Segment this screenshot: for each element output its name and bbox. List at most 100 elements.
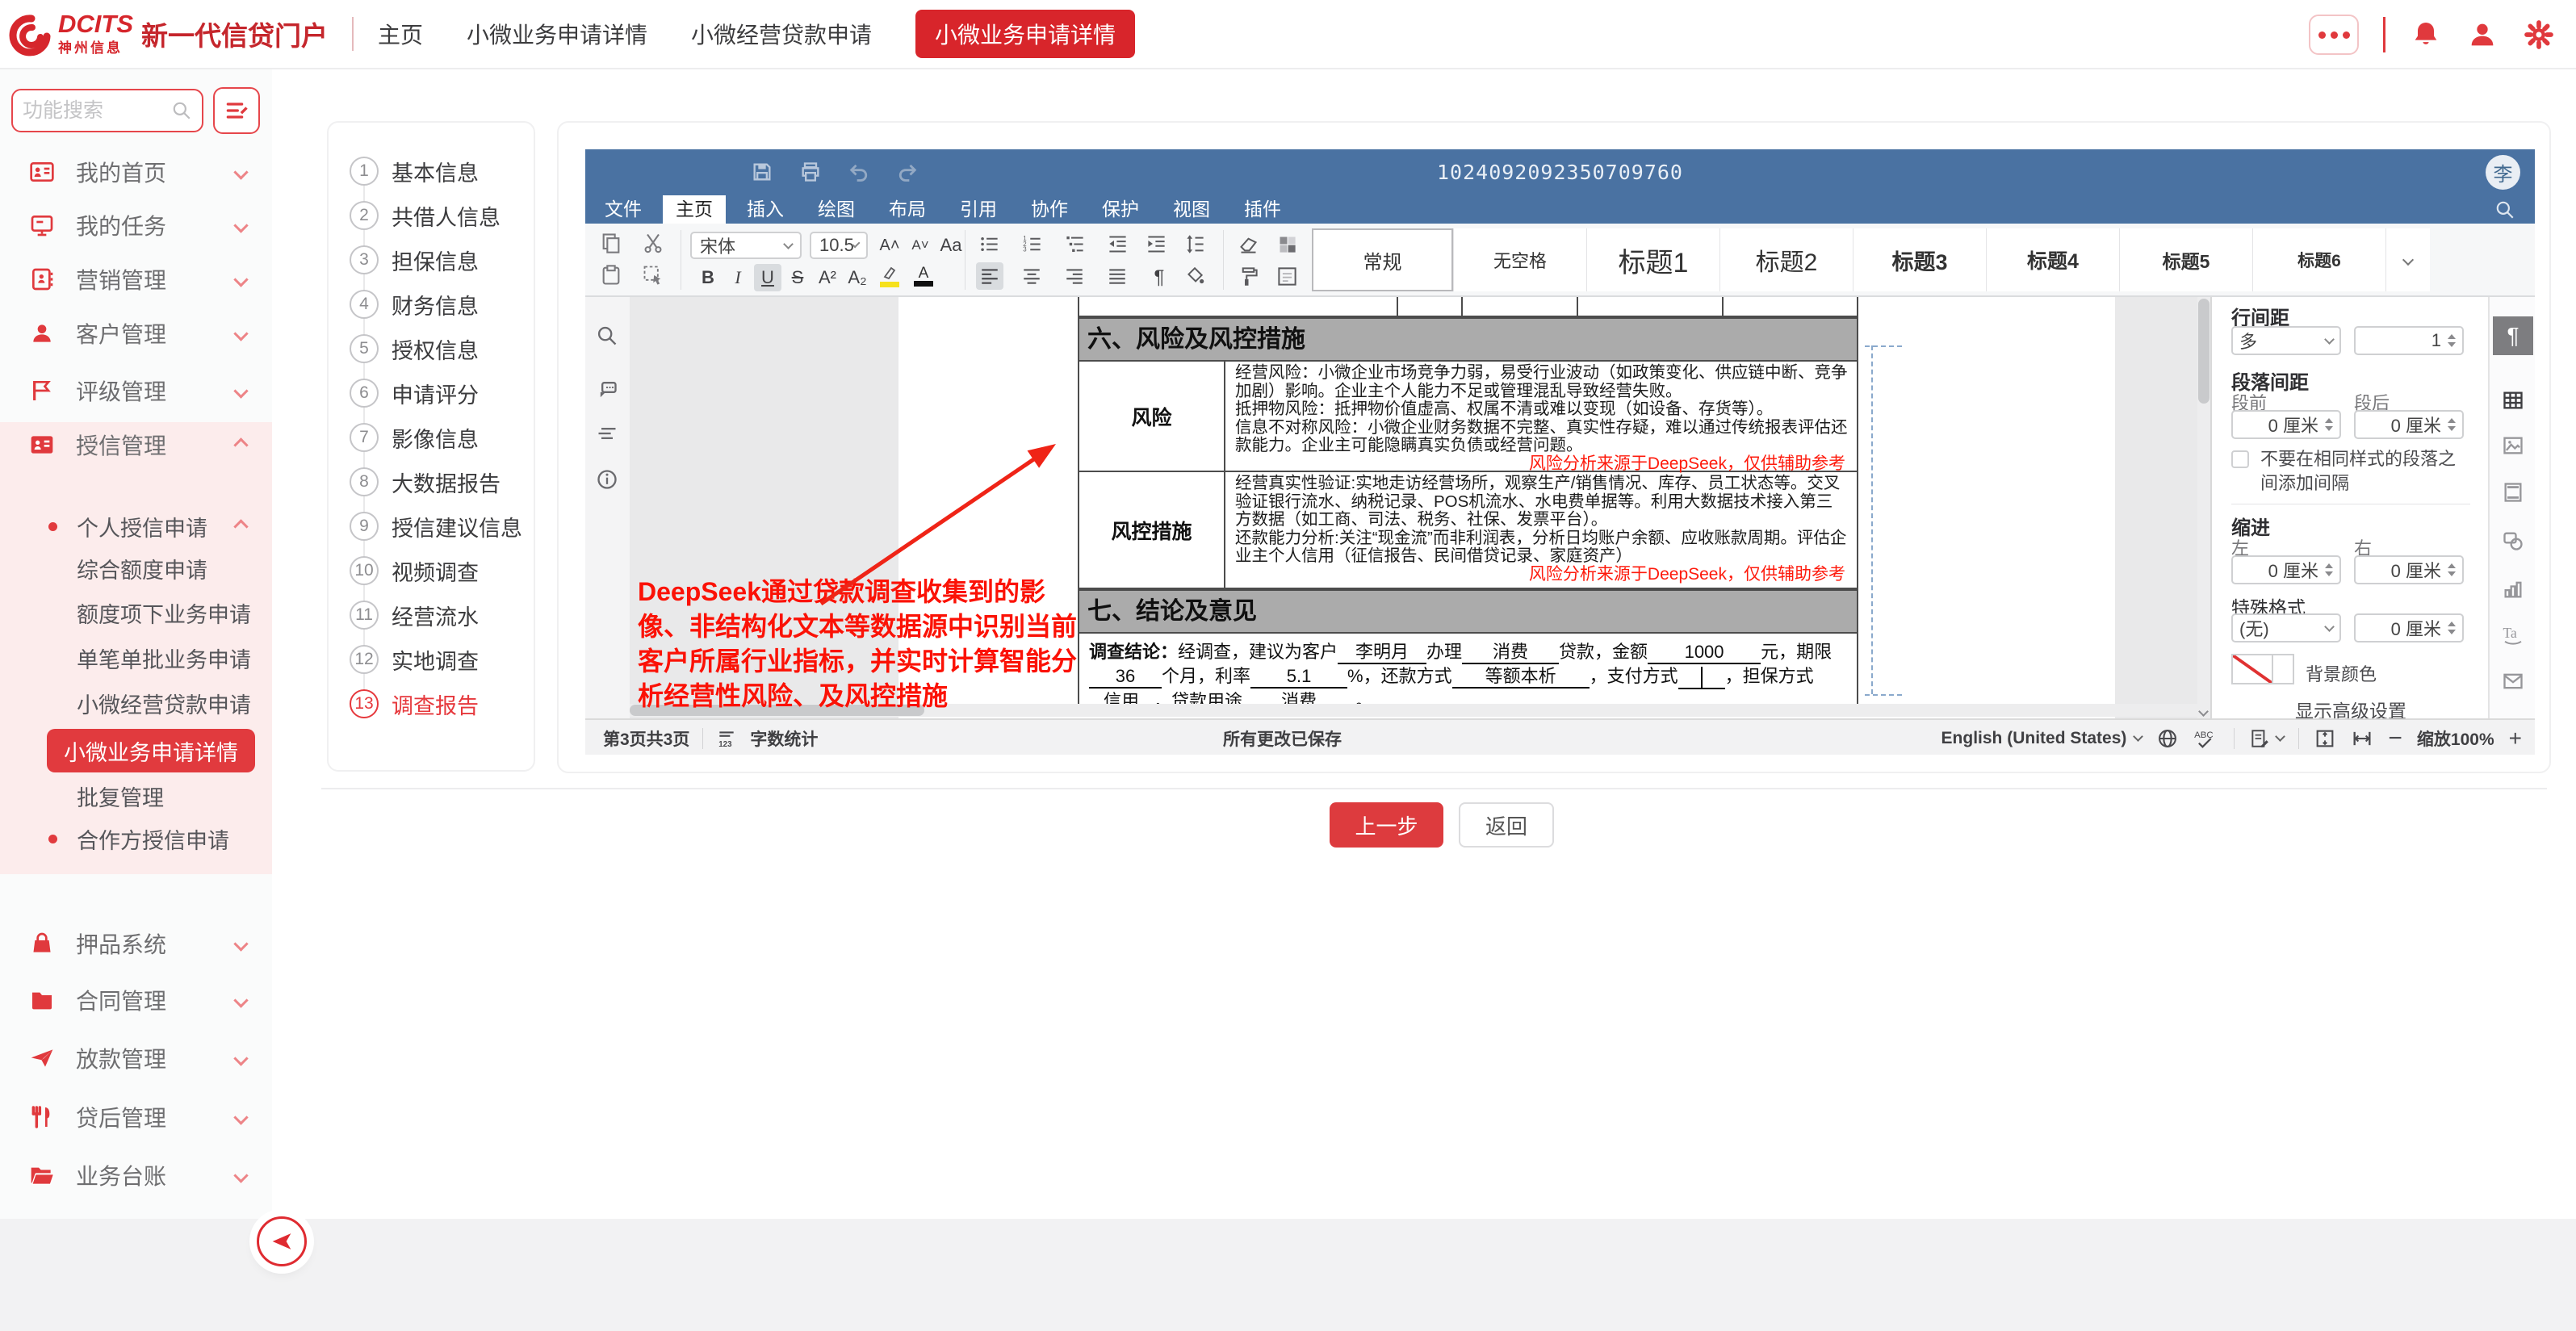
sidebar-group-personal-credit[interactable]: 个人授信申请 bbox=[0, 503, 272, 550]
background-color-dropdown-icon[interactable] bbox=[2273, 654, 2294, 684]
comments-icon[interactable] bbox=[596, 376, 618, 399]
sidebar-collapse-button[interactable] bbox=[257, 1216, 307, 1266]
numbered-list-icon[interactable]: 123 bbox=[1021, 233, 1043, 255]
menu-tab-layout[interactable]: 布局 bbox=[876, 195, 939, 224]
step-credit-advice[interactable]: 9授信建议信息 bbox=[329, 504, 537, 548]
search-input[interactable] bbox=[23, 99, 171, 123]
styles-gallery-chevron-icon[interactable] bbox=[2385, 228, 2430, 291]
field-repayment[interactable]: 等额本析 bbox=[1452, 666, 1590, 689]
sidebar-item-business-ledger[interactable]: 业务台账 bbox=[0, 1152, 272, 1199]
table-tab-icon[interactable] bbox=[2493, 381, 2533, 420]
increase-indent-icon[interactable] bbox=[1146, 233, 1167, 255]
step-video-survey[interactable]: 10视频调查 bbox=[329, 549, 537, 592]
step-guarantee[interactable]: 3担保信息 bbox=[329, 238, 537, 282]
highlight-color-icon[interactable] bbox=[876, 262, 903, 290]
no-gap-checkbox[interactable] bbox=[2231, 450, 2249, 468]
zoom-level[interactable]: 缩放100% bbox=[2417, 726, 2494, 751]
image-tab-icon[interactable] bbox=[2493, 426, 2533, 465]
style-heading4[interactable]: 标题4 bbox=[1986, 228, 2119, 291]
paste-icon[interactable] bbox=[600, 264, 622, 287]
print-icon[interactable] bbox=[799, 161, 822, 183]
multilevel-list-icon[interactable] bbox=[1064, 233, 1086, 255]
sidebar-item-composite-limit[interactable]: 综合额度申请 bbox=[0, 545, 272, 592]
font-name-select[interactable]: 宋体 bbox=[690, 232, 802, 259]
field-loan-kind[interactable]: 消费 bbox=[1462, 642, 1559, 664]
style-heading3[interactable]: 标题3 bbox=[1853, 228, 1986, 291]
step-coborrower[interactable]: 2共借人信息 bbox=[329, 194, 537, 237]
menu-tab-insert[interactable]: 插入 bbox=[734, 195, 797, 224]
word-count-button[interactable]: 字数统计 bbox=[750, 726, 818, 751]
fit-width-icon[interactable] bbox=[2351, 727, 2373, 750]
nav-tab-active[interactable]: 小微业务申请详情 bbox=[915, 10, 1135, 58]
italic-icon[interactable]: I bbox=[724, 264, 752, 291]
info-icon[interactable] bbox=[596, 468, 618, 491]
menu-tab-collab[interactable]: 协作 bbox=[1018, 195, 1081, 224]
sidebar-item-my-tasks[interactable]: 我的任务 bbox=[0, 202, 272, 249]
style-heading1[interactable]: 标题1 bbox=[1586, 228, 1719, 291]
sidebar-item-micro-detail-active[interactable]: 小微业务申请详情 bbox=[47, 729, 255, 772]
zoom-in-button[interactable]: + bbox=[2509, 730, 2522, 747]
indent-right-stepper[interactable]: 0 厘米 bbox=[2354, 555, 2464, 584]
decrease-font-icon[interactable]: A˅ bbox=[907, 232, 934, 259]
vertical-scrollbar[interactable] bbox=[2197, 297, 2210, 718]
style-normal[interactable]: 常规 bbox=[1312, 228, 1453, 291]
sidebar-item-marketing[interactable]: 营销管理 bbox=[0, 256, 272, 303]
v-scroll-thumb[interactable] bbox=[2198, 299, 2209, 404]
nav-tab-micro-detail[interactable]: 小微业务申请详情 bbox=[467, 18, 647, 50]
decrease-indent-icon[interactable] bbox=[1107, 233, 1129, 255]
menu-tab-view[interactable]: 视图 bbox=[1160, 195, 1223, 224]
style-heading6[interactable]: 标题6 bbox=[2252, 228, 2385, 291]
style-heading5[interactable]: 标题5 bbox=[2119, 228, 2252, 291]
headings-nav-icon[interactable] bbox=[596, 422, 618, 445]
chart-tab-icon[interactable] bbox=[2493, 570, 2533, 609]
change-case-icon[interactable]: Aa bbox=[937, 232, 965, 259]
notification-bell-icon[interactable] bbox=[2410, 19, 2442, 51]
sidebar-item-my-home[interactable]: 我的首页 bbox=[0, 149, 272, 195]
previous-step-button[interactable]: 上一步 bbox=[1330, 802, 1443, 848]
step-authorization[interactable]: 5授权信息 bbox=[329, 327, 537, 370]
bold-icon[interactable]: B bbox=[694, 264, 722, 291]
scroll-down-arrow-icon[interactable] bbox=[2198, 706, 2209, 717]
field-term[interactable]: 36 bbox=[1089, 666, 1162, 689]
header-footer-tab-icon[interactable] bbox=[2493, 473, 2533, 512]
editor-search-icon[interactable] bbox=[2494, 199, 2515, 220]
back-button[interactable]: 返回 bbox=[1459, 802, 1554, 848]
increase-font-icon[interactable]: A˄ bbox=[876, 232, 903, 259]
pilcrow-icon[interactable]: ¶ bbox=[1146, 264, 1173, 291]
align-center-icon[interactable] bbox=[1021, 266, 1042, 287]
style-no-space[interactable]: 无空格 bbox=[1453, 228, 1586, 291]
field-rate[interactable]: 5.1 bbox=[1250, 666, 1347, 689]
select-icon[interactable] bbox=[642, 264, 664, 287]
step-finance[interactable]: 4财务信息 bbox=[329, 283, 537, 326]
mail-merge-tab-icon[interactable] bbox=[2493, 662, 2533, 701]
style-heading2[interactable]: 标题2 bbox=[1719, 228, 1853, 291]
bullet-list-icon[interactable] bbox=[978, 233, 1000, 255]
textart-tab-icon[interactable]: Ta bbox=[2493, 615, 2533, 654]
settings-gear-icon[interactable] bbox=[2523, 19, 2555, 51]
step-bigdata[interactable]: 8大数据报告 bbox=[329, 460, 537, 504]
sidebar-item-micro-loan-apply[interactable]: 小微经营贷款申请 bbox=[0, 680, 272, 726]
line-spacing-mode-select[interactable]: 多 bbox=[2231, 326, 2341, 355]
document-canvas[interactable]: 六、风险及风控措施 风险 经营风险：小微企业市场竞争力弱，易受行业波动（如政策变… bbox=[630, 297, 2210, 718]
sidebar-item-disbursement[interactable]: 放款管理 bbox=[0, 1035, 272, 1082]
align-right-icon[interactable] bbox=[1064, 266, 1085, 287]
menu-collapse-button[interactable] bbox=[213, 87, 260, 134]
step-business-flow[interactable]: 11经营流水 bbox=[329, 593, 537, 637]
nav-tab-home[interactable]: 主页 bbox=[378, 18, 423, 50]
conclusion-block[interactable]: 调查结论：经调查，建议为客户李明月办理消费贷款，金额1000元，期限36个月，利… bbox=[1078, 634, 1858, 710]
step-basic-info[interactable]: 1基本信息 bbox=[329, 149, 537, 193]
language-select[interactable]: English (United States) bbox=[1941, 729, 2142, 748]
line-spacing-value-stepper[interactable]: 1 bbox=[2354, 326, 2464, 355]
sidebar-item-credit[interactable]: 授信管理 bbox=[0, 421, 272, 468]
sidebar-item-post-loan[interactable]: 贷后管理 bbox=[0, 1094, 272, 1141]
cut-icon[interactable] bbox=[642, 232, 664, 254]
zoom-out-button[interactable]: − bbox=[2388, 730, 2402, 747]
sidebar-item-collateral[interactable]: 押品系统 bbox=[0, 920, 272, 967]
paragraph-tab-icon[interactable]: ¶ bbox=[2493, 316, 2533, 355]
user-profile-icon[interactable] bbox=[2466, 19, 2499, 51]
page-indicator[interactable]: 第3页共3页 bbox=[603, 726, 689, 751]
step-imaging[interactable]: 7影像信息 bbox=[329, 416, 537, 459]
strikethrough-icon[interactable]: S bbox=[784, 264, 811, 291]
nav-tab-micro-loan[interactable]: 小微经营贷款申请 bbox=[691, 18, 872, 50]
fit-page-icon[interactable] bbox=[2314, 727, 2336, 750]
